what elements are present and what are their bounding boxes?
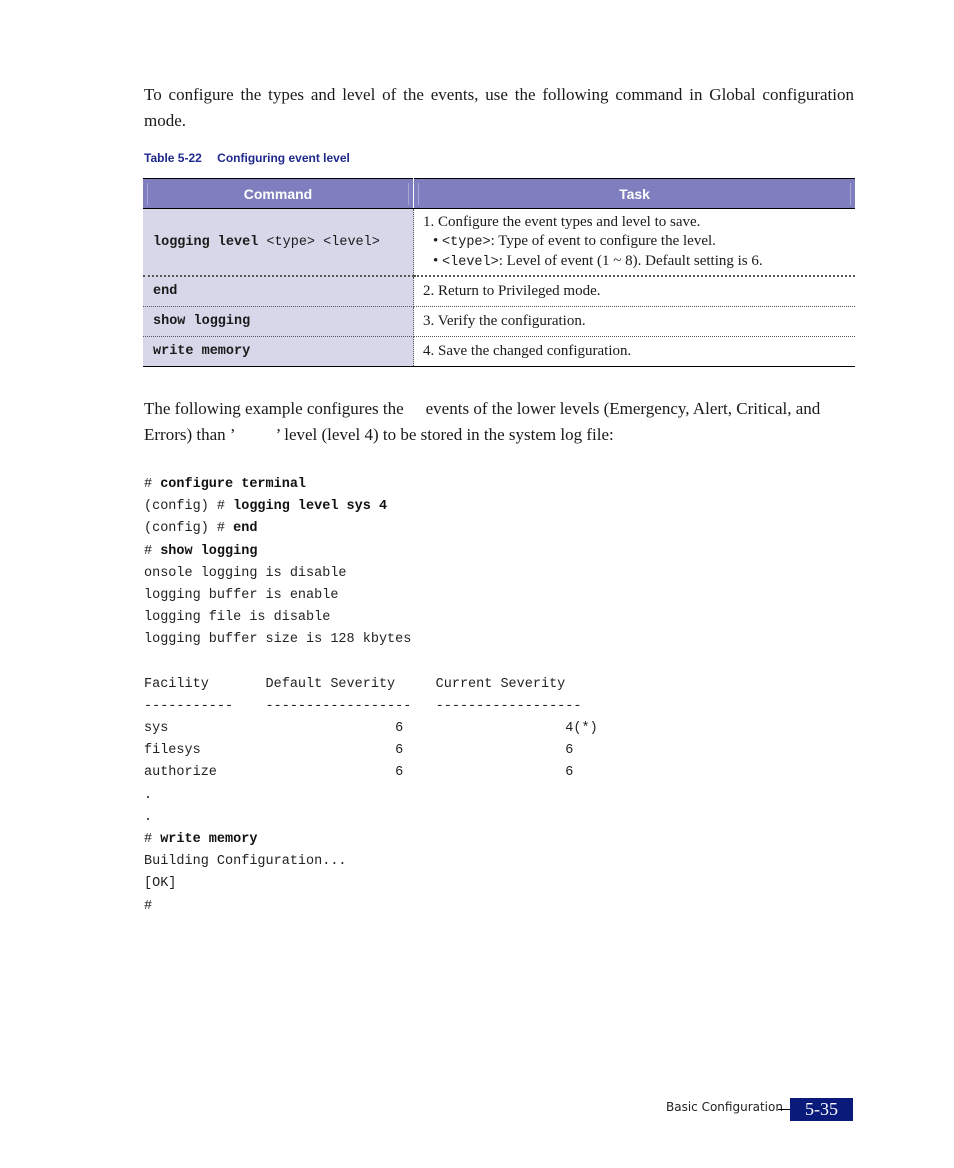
table-row: write memory 4. Save the changed configu… xyxy=(143,336,855,367)
facility-header: Facility Default Severity Current Severi… xyxy=(144,676,566,692)
task-cell: 2. Return to Privileged mode. xyxy=(413,276,855,307)
code-line: Building Configuration... xyxy=(144,854,347,870)
facility-row: authorize 6 6 xyxy=(144,765,574,781)
command-cell: write memory xyxy=(143,336,414,367)
table-caption: Table 5-22 Configuring event level xyxy=(144,151,350,165)
code-line: # show logging xyxy=(144,543,258,559)
bullet-item: • <type>: Type of event to configure the… xyxy=(433,232,716,250)
intro-paragraph: To configure the types and level of the … xyxy=(144,85,854,130)
code-line: [OK] xyxy=(144,876,177,892)
header-command: Command xyxy=(143,178,414,209)
code-line: (config) # end xyxy=(144,521,258,537)
command-cell: show logging xyxy=(143,306,414,337)
table-header-row: Command Task xyxy=(143,178,855,209)
task-cell: 4. Save the changed configuration. xyxy=(413,336,855,367)
facility-row: sys 6 4(*) xyxy=(144,721,598,737)
table-caption-number: Table 5-22 xyxy=(144,151,202,165)
footer-divider xyxy=(778,1109,790,1110)
command-cell: end xyxy=(143,276,414,307)
bullet-item: • <level>: Level of event (1 ~ 8). Defau… xyxy=(433,252,763,270)
code-line: onsole logging is disable xyxy=(144,565,347,581)
table-caption-title: Configuring event level xyxy=(217,151,350,165)
code-line: logging buffer size is 128 kbytes xyxy=(144,632,412,648)
example-paragraph: The following example configures the even… xyxy=(144,399,821,444)
page-number: 5-35 xyxy=(790,1098,853,1121)
facility-separator: ----------- ------------------ ---------… xyxy=(144,698,582,714)
code-line: # write memory xyxy=(144,832,258,847)
facility-row: filesys 6 6 xyxy=(144,743,574,759)
code-line: # xyxy=(144,898,153,914)
code-line: (config) # logging level sys 4 xyxy=(144,499,388,515)
code-line: logging file is disable xyxy=(144,610,331,626)
code-line: logging buffer is enable xyxy=(144,587,339,603)
footer-section-label: Basic Configuration xyxy=(666,1100,783,1114)
command-cell: logging level <type> <level> xyxy=(143,208,414,277)
code-line: . xyxy=(144,787,153,803)
code-line: # configure terminal xyxy=(144,477,307,492)
table-row: show logging 3. Verify the configuration… xyxy=(143,306,855,337)
command-table: Command Task logging level <type> <level… xyxy=(143,178,855,367)
table-row: logging level <type> <level> 1. Configur… xyxy=(143,208,855,277)
code-line: . xyxy=(144,809,153,825)
header-task: Task xyxy=(413,178,855,209)
code-example: # configure terminal (config) # logging … xyxy=(144,474,598,918)
table-row: end 2. Return to Privileged mode. xyxy=(143,276,855,307)
task-cell: 1. Configure the event types and level t… xyxy=(413,208,855,277)
task-cell: 3. Verify the configuration. xyxy=(413,306,855,337)
